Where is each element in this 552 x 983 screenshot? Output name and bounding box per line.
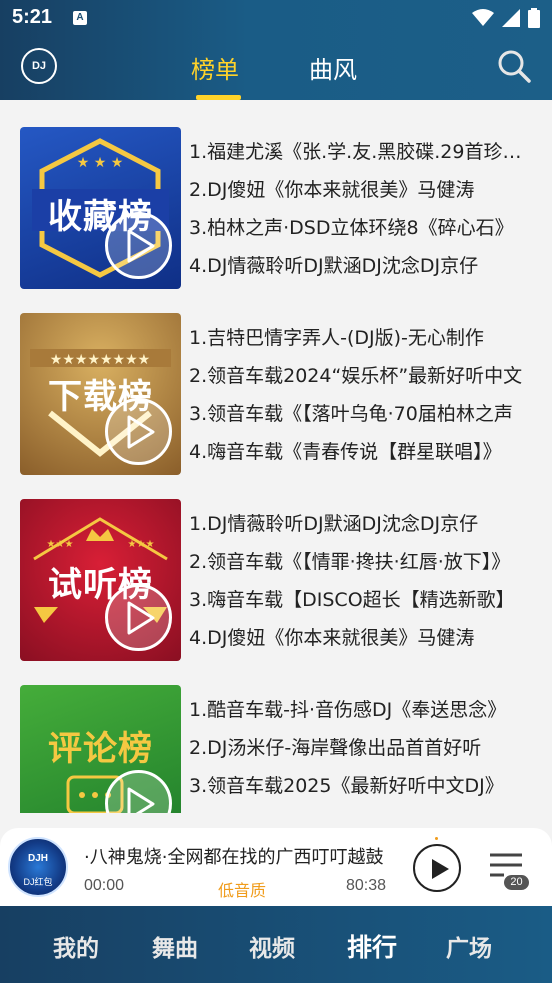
system-icons	[472, 8, 540, 28]
chart-cover[interactable]: ★ ★ ★ 收藏榜	[20, 127, 181, 289]
track-item[interactable]: 1.福建尤溪《张.学.友.黑胶碟.29首珍藏版》	[189, 137, 534, 175]
track-list: 1.DJ情薇聆听DJ默涵DJ沈念DJ京仔 2.领音车载《【情罪·搀扶·红唇·放下…	[189, 509, 534, 661]
track-item[interactable]: 4.DJ傻妞《你本来就很美》马健涛	[189, 623, 534, 661]
track-list: 1.吉特巴情字弄人-(DJ版)-无心制作 2.领音车载2024“娱乐杯”最新好听…	[189, 323, 534, 475]
tab-music-style[interactable]: 曲风	[309, 50, 357, 85]
disc-logo-text: DJH	[27, 853, 48, 864]
mini-player[interactable]: DJH DJ红包 ·八神鬼烧·全网都在找的广西叮叮越鼓 00:00 低音质 80…	[0, 828, 552, 906]
album-disc[interactable]: DJH DJ红包	[8, 837, 68, 897]
audio-quality[interactable]: 低音质	[218, 877, 266, 901]
status-time: 5:21	[12, 6, 53, 28]
svg-text:★★★★★★★★: ★★★★★★★★	[50, 352, 150, 368]
play-icon	[127, 229, 155, 263]
track-list: 1.福建尤溪《张.学.友.黑胶碟.29首珍藏版》 2.DJ傻妞《你本来就很美》马…	[189, 137, 534, 289]
play-button[interactable]	[105, 212, 172, 279]
track-item[interactable]: 1.酷音车载-抖·音伤感DJ《奉送思念》	[189, 695, 534, 733]
battery-icon	[528, 8, 540, 28]
progress-dot	[435, 837, 438, 840]
disc-brand-text: DJ红包	[23, 877, 53, 887]
chart-list[interactable]: ★ ★ ★ 收藏榜 1.福建尤溪《张.学.友.黑胶碟.29首珍藏版》 2.DJ傻…	[0, 100, 552, 813]
now-playing-title[interactable]: ·八神鬼烧·全网都在找的广西叮叮越鼓	[84, 843, 398, 869]
chart-cover-title: 评论榜	[48, 729, 153, 769]
nav-item-plaza[interactable]: 广场	[446, 929, 492, 963]
total-time: 80:38	[346, 877, 387, 894]
track-item[interactable]: 4.嗨音车载《青春传说【群星联唱】》	[189, 437, 534, 475]
chart-card-comments[interactable]: 评论榜 1.酷音车载-抖·音伤感DJ《奉送思念》 2.DJ汤米仔-海岸聲像出品首…	[20, 685, 540, 813]
track-item[interactable]: 1.吉特巴情字弄人-(DJ版)-无心制作	[189, 323, 534, 361]
nav-item-mine[interactable]: 我的	[53, 929, 99, 963]
play-button[interactable]	[105, 584, 172, 651]
play-pause-button[interactable]	[413, 844, 461, 892]
play-button[interactable]	[105, 398, 172, 465]
play-icon	[127, 415, 155, 449]
chart-cover[interactable]: ★★★★★★★★ 下载榜	[20, 313, 181, 475]
nav-item-dance[interactable]: 舞曲	[152, 929, 198, 963]
play-icon	[127, 787, 155, 813]
status-bar: 5:21 A	[0, 0, 552, 36]
track-item[interactable]: 2.DJ汤米仔-海岸聲像出品首首好听	[189, 733, 534, 771]
notification-icon: A	[73, 11, 87, 25]
dj-logo-icon[interactable]: DJ	[21, 48, 57, 84]
track-item[interactable]: 2.领音车载2024“娱乐杯”最新好听中文	[189, 361, 534, 399]
play-icon	[127, 601, 155, 635]
app-header: 5:21 A DJ 榜单 曲风	[0, 0, 552, 100]
nav-item-video[interactable]: 视频	[249, 929, 295, 963]
play-icon	[432, 859, 449, 879]
track-item[interactable]: 3.柏林之声·DSD立体环绕8《碎心石》	[189, 213, 534, 251]
signal-icon	[502, 9, 520, 27]
track-item[interactable]: 2.DJ傻妞《你本来就很美》马健涛	[189, 175, 534, 213]
chart-cover[interactable]: 评论榜	[20, 685, 181, 813]
track-item[interactable]: 4.DJ情薇聆听DJ默涵DJ沈念DJ京仔	[189, 251, 534, 289]
track-item[interactable]: 2.领音车载《【情罪·搀扶·红唇·放下】》	[189, 547, 534, 585]
chart-card-previews[interactable]: ★★★ ★★★ 试听榜 1.DJ情薇聆听DJ默涵DJ沈念DJ京仔 2.领音车载《…	[20, 499, 540, 661]
chart-cover[interactable]: ★★★ ★★★ 试听榜	[20, 499, 181, 661]
track-list: 1.酷音车载-抖·音伤感DJ《奉送思念》 2.DJ汤米仔-海岸聲像出品首首好听 …	[189, 695, 534, 809]
playlist-count-badge: 20	[504, 875, 529, 890]
nav-item-ranking[interactable]: 排行	[347, 928, 397, 964]
track-item[interactable]: 3.嗨音车载【DISCO超长【精选新歌】	[189, 585, 534, 623]
track-item[interactable]: 1.DJ情薇聆听DJ默涵DJ沈念DJ京仔	[189, 509, 534, 547]
elapsed-time: 00:00	[84, 877, 125, 894]
bottom-navigation: 我的 舞曲 视频 排行 广场	[0, 906, 552, 983]
track-item[interactable]: 3.领音车载《【落叶乌龟·70届柏林之声	[189, 399, 534, 437]
wifi-icon	[472, 9, 494, 26]
track-item[interactable]: 3.领音车载2025《最新好听中文DJ》	[189, 771, 534, 809]
chart-card-favorites[interactable]: ★ ★ ★ 收藏榜 1.福建尤溪《张.学.友.黑胶碟.29首珍藏版》 2.DJ傻…	[20, 127, 540, 289]
svg-text:★ ★ ★: ★ ★ ★	[77, 155, 124, 171]
tab-rankings[interactable]: 榜单	[191, 50, 239, 85]
chart-card-downloads[interactable]: ★★★★★★★★ 下载榜 1.吉特巴情字弄人-(DJ版)-无心制作 2.领音车载…	[20, 313, 540, 475]
search-icon[interactable]	[496, 48, 532, 84]
